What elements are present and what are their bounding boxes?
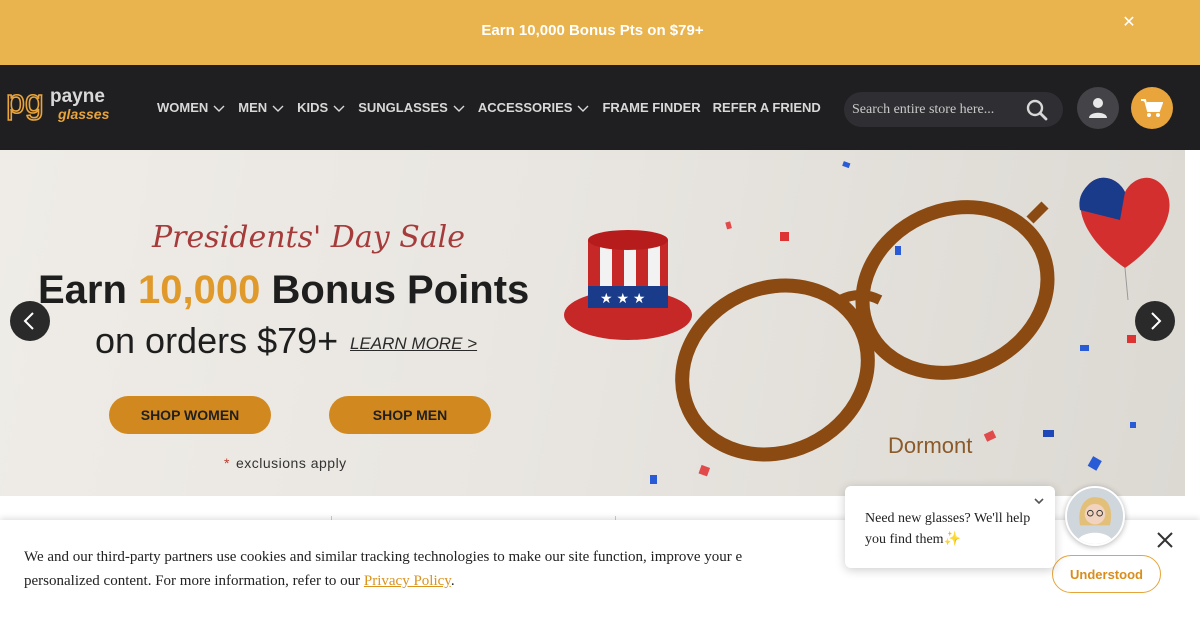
chat-agent-avatar[interactable] (1065, 486, 1125, 546)
shop-men-button[interactable]: SHOP MEN (329, 396, 491, 434)
shop-women-button[interactable]: SHOP WOMEN (109, 396, 271, 434)
chat-prompt[interactable]: Need new glasses? We'll help you find th… (845, 486, 1055, 568)
nav-women[interactable]: WOMEN (157, 100, 226, 115)
nav-refer-a-friend[interactable]: REFER A FRIEND (713, 100, 821, 115)
cookie-text: We and our third-party partners use cook… (24, 549, 743, 589)
cart-icon[interactable] (1131, 87, 1173, 129)
user-icon[interactable] (1077, 87, 1119, 129)
hero-banner: ★ ★ ★ Presidents' Day Sale Earn 10,000 B… (0, 150, 1185, 496)
carousel-prev-button[interactable] (10, 301, 50, 341)
exclusions-note: * exclusions apply (224, 455, 347, 471)
chevron-down-icon (332, 101, 346, 115)
chevron-down-icon (576, 101, 590, 115)
close-icon[interactable]: ✕ (1120, 14, 1138, 32)
chevron-left-icon (23, 312, 34, 330)
nav-kids[interactable]: KIDS (297, 100, 346, 115)
chevron-down-icon[interactable] (1032, 494, 1046, 508)
close-icon[interactable] (1155, 530, 1175, 550)
search-input[interactable] (852, 100, 1022, 119)
chevron-right-icon (1151, 312, 1162, 330)
chevron-down-icon (271, 101, 285, 115)
carousel-next-button[interactable] (1135, 301, 1175, 341)
logo-primary: payne (50, 86, 105, 107)
nav-sunglasses[interactable]: SUNGLASSES (358, 100, 466, 115)
nav-men[interactable]: MEN (238, 100, 285, 115)
hero-headline-accent: 10,000 (138, 268, 261, 312)
privacy-policy-link[interactable]: Privacy Policy (364, 573, 451, 589)
logo-mark: pg (6, 83, 44, 121)
flag-heart-balloon (1079, 177, 1170, 301)
hero-subline: on orders $79+ (95, 320, 339, 361)
hero-script-title: Presidents' Day Sale (152, 220, 465, 255)
logo-secondary: glasses (57, 106, 110, 122)
understood-button[interactable]: Understood (1052, 555, 1161, 593)
promo-text[interactable]: Earn 10,000 Bonus Pts on $79+ (0, 22, 1185, 39)
svg-text:★ ★ ★: ★ ★ ★ (600, 290, 645, 306)
site-header: pg payne glasses WOMEN MEN KIDS SUNGLASS… (0, 65, 1200, 150)
chat-message: Need new glasses? We'll help you find th… (865, 511, 1031, 547)
learn-more-link[interactable]: LEARN MORE > (350, 334, 477, 354)
hero-headline: Earn 10,000 Bonus Points (38, 268, 530, 312)
eyeglasses-image (675, 200, 1055, 462)
nav-accessories[interactable]: ACCESSORIES (478, 100, 591, 115)
hero-brand-label: Dormont (888, 433, 973, 458)
promo-banner: Earn 10,000 Bonus Pts on $79+ ✕ (0, 0, 1200, 65)
payne-glasses-logo[interactable]: pg payne glasses (5, 82, 128, 123)
chevron-down-icon (212, 101, 226, 115)
main-nav: WOMEN MEN KIDS SUNGLASSES ACCESSORIES FR… (157, 100, 833, 115)
search-box (844, 92, 1063, 127)
search-icon[interactable] (1025, 98, 1049, 122)
patriotic-hat: ★ ★ ★ (564, 230, 692, 340)
nav-frame-finder[interactable]: FRAME FINDER (602, 100, 700, 115)
chevron-down-icon (452, 101, 466, 115)
